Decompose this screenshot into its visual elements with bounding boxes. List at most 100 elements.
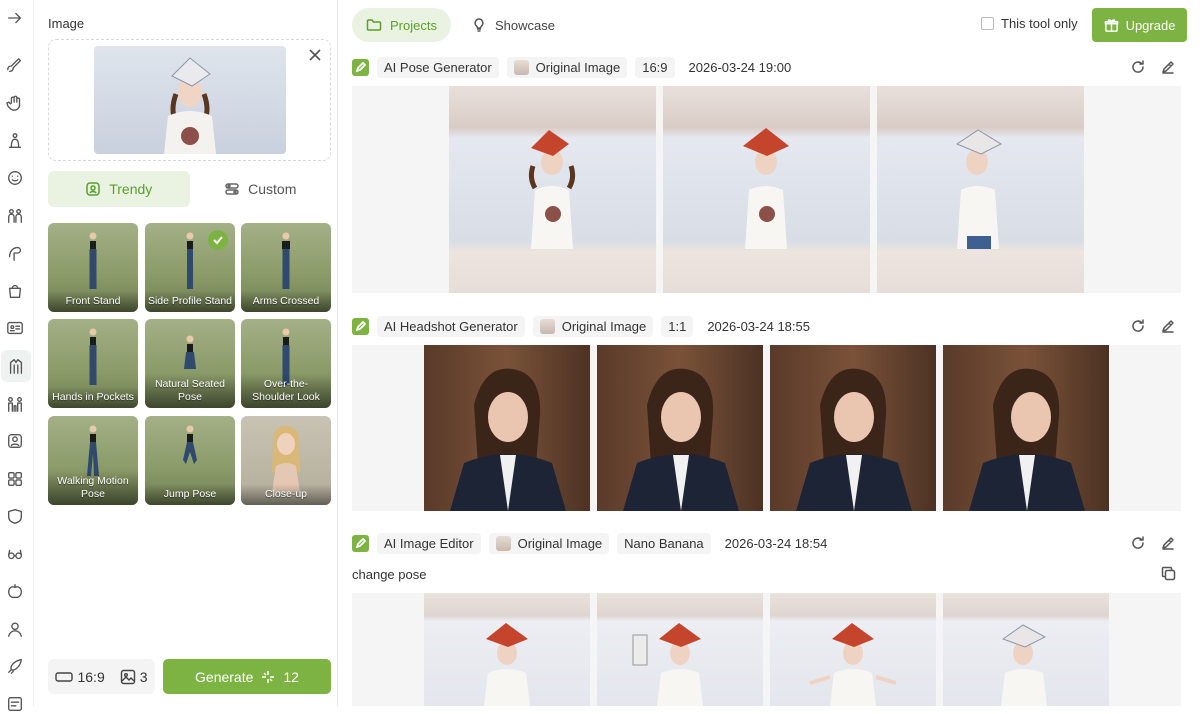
pose-card-walking-motion-pose[interactable]: Walking Motion Pose bbox=[48, 416, 138, 505]
apps-icon[interactable] bbox=[5, 469, 25, 489]
tool-name-chip[interactable]: AI Headshot Generator bbox=[377, 315, 525, 337]
tab-custom[interactable]: Custom bbox=[190, 171, 332, 207]
this-tool-only-label: This tool only bbox=[1001, 16, 1078, 31]
param-chip: 16:9 bbox=[635, 56, 675, 78]
bag-icon[interactable] bbox=[5, 281, 25, 301]
fruit-icon[interactable] bbox=[5, 581, 25, 601]
result-image[interactable] bbox=[663, 86, 870, 293]
upgrade-button[interactable]: Upgrade bbox=[1092, 8, 1187, 42]
result-image[interactable] bbox=[424, 345, 590, 511]
result-image[interactable] bbox=[943, 593, 1109, 706]
pose-label: Natural Seated Pose bbox=[145, 374, 235, 408]
pose-card-natural-seated-pose[interactable]: Natural Seated Pose bbox=[145, 319, 235, 408]
generate-button[interactable]: Generate 12 bbox=[163, 659, 331, 694]
project-actions bbox=[1130, 59, 1176, 75]
result-image[interactable] bbox=[877, 86, 1084, 293]
source-image-chip[interactable]: Original Image bbox=[532, 315, 654, 337]
result-image[interactable] bbox=[597, 593, 763, 706]
regenerate-icon[interactable] bbox=[1130, 535, 1146, 551]
glasses-icon[interactable] bbox=[5, 544, 25, 564]
panel-title: Image bbox=[48, 16, 85, 31]
pose-card-close-up[interactable]: Close-up bbox=[241, 416, 331, 505]
source-image-chip[interactable]: Original Image bbox=[506, 56, 628, 78]
source-image-label: Original Image bbox=[561, 318, 647, 334]
pose-figure-image bbox=[89, 328, 97, 385]
timestamp: 2026-03-24 18:55 bbox=[707, 318, 810, 334]
edit-icon[interactable] bbox=[1160, 535, 1176, 551]
sparkle-icon bbox=[262, 670, 275, 683]
project-header: AI Pose Generator Original Image 16:9 20… bbox=[352, 56, 792, 78]
pose-card-hands-in-pockets[interactable]: Hands in Pockets bbox=[48, 319, 138, 408]
arrow-right-icon[interactable] bbox=[5, 8, 25, 28]
result-images bbox=[352, 345, 1181, 511]
lightbulb-icon bbox=[474, 18, 484, 32]
pose-card-jump-pose[interactable]: Jump Pose bbox=[145, 416, 235, 505]
pose-label: Close-up bbox=[241, 484, 331, 505]
result-image[interactable] bbox=[943, 345, 1109, 511]
uploaded-image-area[interactable] bbox=[48, 39, 331, 161]
edit-pencil-icon bbox=[352, 317, 369, 335]
prompt-text: change pose bbox=[352, 567, 427, 582]
project-actions bbox=[1130, 318, 1176, 334]
folder-icon bbox=[366, 19, 382, 31]
group-icon[interactable] bbox=[5, 206, 25, 226]
project-header: AI Headshot Generator Original Image 1:1… bbox=[352, 315, 810, 337]
copy-icon[interactable] bbox=[1161, 566, 1176, 584]
pose-label: Front Stand bbox=[48, 291, 138, 312]
people-icon[interactable] bbox=[5, 394, 25, 414]
image-count-selector[interactable]: 3 bbox=[120, 669, 148, 685]
pose-label: Jump Pose bbox=[145, 484, 235, 505]
source-image-label: Original Image bbox=[535, 59, 621, 75]
hand-icon[interactable] bbox=[5, 93, 25, 113]
pose-label: Walking Motion Pose bbox=[48, 471, 138, 505]
outfit-icon[interactable] bbox=[1, 350, 31, 382]
pose-card-over-the-shoulder-look[interactable]: Over-the-Shoulder Look bbox=[241, 319, 331, 408]
result-images bbox=[352, 593, 1181, 706]
regenerate-icon[interactable] bbox=[1130, 318, 1146, 334]
pose-card-side-profile-stand[interactable]: Side Profile Stand bbox=[145, 223, 235, 312]
rocket-icon[interactable] bbox=[5, 656, 25, 676]
result-image[interactable] bbox=[770, 593, 936, 706]
tool-name-chip[interactable]: AI Image Editor bbox=[377, 532, 481, 554]
timestamp: 2026-03-24 19:00 bbox=[688, 59, 792, 75]
param-chip: 1:1 bbox=[661, 315, 694, 337]
pose-label: Over-the-Shoulder Look bbox=[241, 374, 331, 408]
tool-name-chip[interactable]: AI Pose Generator bbox=[377, 56, 499, 78]
id-card-icon[interactable] bbox=[5, 318, 25, 338]
pose-icon[interactable] bbox=[5, 243, 25, 263]
regenerate-icon[interactable] bbox=[1130, 59, 1146, 75]
image-count-icon bbox=[120, 669, 135, 684]
source-image-chip[interactable]: Original Image bbox=[488, 532, 610, 554]
user-icon[interactable] bbox=[5, 619, 25, 639]
doc-icon[interactable] bbox=[5, 694, 25, 714]
mask-icon[interactable] bbox=[5, 506, 25, 526]
figure-icon[interactable] bbox=[5, 131, 25, 151]
face-swap-icon[interactable] bbox=[5, 168, 25, 188]
source-image-thumbnail bbox=[539, 318, 555, 334]
this-tool-only-filter[interactable]: This tool only bbox=[981, 16, 1078, 31]
aspect-ratio-icon bbox=[55, 671, 74, 682]
output-options: 16:9 3 bbox=[48, 659, 155, 694]
source-image-thumbnail bbox=[495, 535, 511, 551]
tab-showcase[interactable]: Showcase bbox=[457, 8, 569, 42]
result-image[interactable] bbox=[424, 593, 590, 706]
portrait-icon[interactable] bbox=[5, 431, 25, 451]
uploaded-image-thumbnail bbox=[94, 46, 286, 154]
timestamp: 2026-03-24 18:54 bbox=[724, 535, 828, 551]
tab-trendy[interactable]: Trendy bbox=[48, 171, 190, 207]
pose-card-front-stand[interactable]: Front Stand bbox=[48, 223, 138, 312]
credits-value: 12 bbox=[283, 668, 299, 685]
result-image[interactable] bbox=[597, 345, 763, 511]
aspect-ratio-selector[interactable]: 16:9 bbox=[55, 669, 105, 685]
tab-projects[interactable]: Projects bbox=[352, 8, 451, 42]
brush-icon[interactable] bbox=[5, 56, 25, 76]
close-icon[interactable] bbox=[308, 48, 322, 62]
image-count-value: 3 bbox=[139, 668, 148, 685]
edit-icon[interactable] bbox=[1160, 59, 1176, 75]
edit-icon[interactable] bbox=[1160, 318, 1176, 334]
result-image[interactable] bbox=[449, 86, 656, 293]
pose-card-arms-crossed[interactable]: Arms Crossed bbox=[241, 223, 331, 312]
result-image[interactable] bbox=[770, 345, 936, 511]
this-tool-only-checkbox[interactable] bbox=[981, 17, 994, 30]
source-image-thumbnail bbox=[513, 59, 529, 75]
